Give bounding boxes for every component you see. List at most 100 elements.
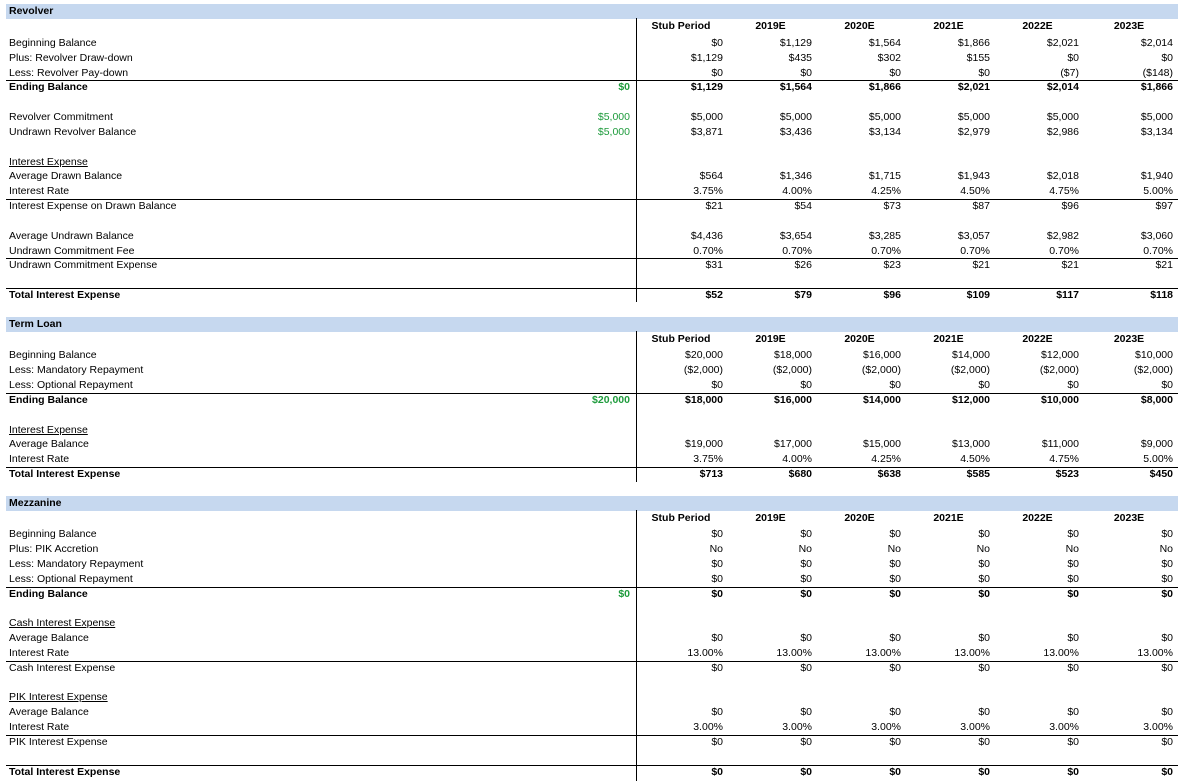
cell-value: 0.70%	[1049, 245, 1079, 257]
cell-value: $0	[889, 558, 901, 570]
cell-value: No	[798, 543, 812, 555]
table-row: Less: Mandatory Repayment ($2,000) ($2,000…	[0, 363, 1190, 378]
cell-value: $713	[699, 468, 723, 480]
cell-value: 4.25%	[871, 453, 901, 465]
cell-value: $638	[877, 468, 901, 480]
column-header-row: Stub Period 2019E 2020E 2021E 2022E 2023E	[0, 332, 1190, 347]
cell-value: $5,000	[868, 111, 901, 123]
cell-value: 13.00%	[1137, 647, 1173, 659]
row-border	[6, 661, 1178, 662]
row-label: Interest Rate	[9, 453, 70, 465]
cell-value: $0	[889, 67, 901, 79]
section-title: Term Loan	[9, 318, 62, 330]
column-header: 2022E	[1022, 20, 1053, 32]
table-row: Interest Expense	[0, 155, 1190, 170]
row-label: Interest Rate	[9, 647, 70, 659]
row-border	[6, 467, 1178, 468]
cell-value: $97	[1155, 200, 1173, 212]
cell-value: $0	[1161, 379, 1173, 391]
row-border	[6, 288, 1178, 289]
cell-value: $0	[889, 588, 901, 600]
cell-value: 3.75%	[693, 185, 723, 197]
cell-value: 0.70%	[871, 245, 901, 257]
cell-value: $117	[1056, 289, 1079, 301]
cell-value: $87	[972, 200, 990, 212]
cell-value: $0	[889, 573, 901, 585]
cell-value: $0	[978, 573, 990, 585]
row-label: Interest Expense	[9, 424, 88, 436]
cell-value: $0	[800, 632, 812, 644]
cell-value: $0	[1067, 379, 1079, 391]
row-label: Average Balance	[9, 632, 89, 644]
table-row: Undrawn Revolver Balance $5,000 $3,871 $3,4…	[0, 125, 1190, 140]
cell-value: $0	[800, 573, 812, 585]
cell-value: 3.75%	[693, 453, 723, 465]
cell-value: $0	[889, 379, 901, 391]
table-row: Average Balance $19,000 $17,000 $15,000 $13,…	[0, 437, 1190, 452]
cell-value: $0	[889, 662, 901, 674]
table-row: Beginning Balance $20,000 $18,000 $16,000 $1…	[0, 348, 1190, 363]
cell-value: $0	[978, 67, 990, 79]
cell-value: ($2,000)	[950, 364, 990, 376]
section-title: Revolver	[9, 5, 54, 17]
table-row: Ending Balance $20,000 $18,000 $16,000 $14,0…	[0, 393, 1190, 408]
row-label: Interest Expense	[9, 156, 88, 168]
row-label: Less: Optional Repayment	[9, 573, 133, 585]
cell-value: 0.70%	[960, 245, 990, 257]
cell-value: $1,866	[1140, 81, 1173, 93]
cell-value: $3,285	[868, 230, 901, 242]
cell-value: $16,000	[863, 349, 901, 361]
cell-value: $0	[978, 379, 990, 391]
input-value: $5,000	[597, 126, 630, 138]
cell-value: $0	[1161, 528, 1173, 540]
cell-value: $0	[889, 736, 901, 748]
row-label: Average Drawn Balance	[9, 170, 123, 182]
cell-value: $16,000	[774, 394, 812, 406]
row-border	[6, 765, 1178, 766]
cell-value: 3.00%	[693, 721, 723, 733]
table-row: Total Interest Expense $52 $79 $96 $109 $117 $…	[0, 288, 1190, 303]
cell-value: $109	[966, 289, 990, 301]
cell-value: 13.00%	[776, 647, 812, 659]
cell-value: 4.50%	[960, 185, 990, 197]
cell-value: $21	[1061, 259, 1079, 271]
cell-value: $1,866	[868, 81, 901, 93]
column-header: 2020E	[844, 512, 875, 524]
cell-value: $3,871	[690, 126, 723, 138]
cell-value: $11,000	[1041, 438, 1079, 450]
row-label: Undrawn Commitment Expense	[9, 259, 158, 271]
cell-value: $0	[711, 37, 723, 49]
cell-value: $2,014	[1046, 81, 1079, 93]
cell-value: $5,000	[957, 111, 990, 123]
row-label: Average Undrawn Balance	[9, 230, 134, 242]
column-header: 2020E	[844, 333, 875, 345]
cell-value: 3.00%	[1143, 721, 1173, 733]
row-label: Less: Optional Repayment	[9, 379, 133, 391]
row-label: Ending Balance	[9, 588, 88, 600]
cell-value: $96	[1061, 200, 1079, 212]
cell-value: $17,000	[774, 438, 812, 450]
cell-value: $3,060	[1140, 230, 1173, 242]
row-label: Average Balance	[9, 706, 89, 718]
table-row: Ending Balance $0 $1,129 $1,564 $1,866 $2,021…	[0, 80, 1190, 95]
cell-value: $0	[889, 766, 901, 778]
table-row: Interest Rate 3.75% 4.00% 4.25% 4.50% 4.75% 5.…	[0, 452, 1190, 467]
cell-value: $1,129	[690, 81, 723, 93]
column-header: 2022E	[1022, 512, 1053, 524]
cell-value: $14,000	[863, 394, 901, 406]
table-row: Less: Mandatory Repayment $0 $0 $0 $0 $0 $0	[0, 557, 1190, 572]
column-header: Stub Period	[651, 512, 711, 524]
table-row: Undrawn Commitment Fee 0.70% 0.70% 0.70% 0.7…	[0, 244, 1190, 259]
row-label: Interest Expense on Drawn Balance	[9, 200, 177, 212]
cell-value: No	[1159, 543, 1173, 555]
column-header: 2019E	[755, 512, 786, 524]
cell-value: $0	[711, 706, 723, 718]
column-header: 2021E	[933, 512, 964, 524]
row-label: Less: Mandatory Repayment	[9, 558, 144, 570]
cell-value: $21	[1155, 259, 1173, 271]
table-row: Less: Optional Repayment $0 $0 $0 $0 $0 $0	[0, 378, 1190, 393]
table-row: Average Undrawn Balance $4,436 $3,654 $3,28…	[0, 229, 1190, 244]
cell-value: $435	[788, 52, 812, 64]
cell-value: $0	[1161, 573, 1173, 585]
row-label: Interest Rate	[9, 721, 70, 733]
